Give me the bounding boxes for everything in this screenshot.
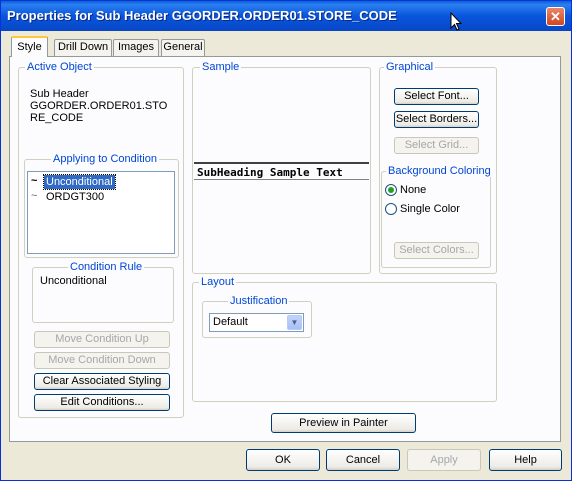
preview-in-painter-button[interactable]: Preview in Painter (271, 413, 416, 433)
none-radio[interactable] (385, 184, 397, 196)
graphical-legend: Graphical (384, 61, 436, 73)
active-object-line1: Sub Header (30, 88, 89, 100)
dropdown-arrow-icon[interactable]: ▼ (287, 315, 302, 330)
condition-rule-text: Unconditional (40, 275, 107, 287)
move-condition-up-button[interactable]: Move Condition Up (34, 331, 170, 348)
active-object-line2: GGORDER.ORDER01.STO (30, 100, 168, 112)
condition-glyph-icon: ~ (31, 175, 38, 187)
single-color-radio[interactable] (385, 203, 397, 215)
condition-listbox[interactable]: ~ Unconditional ~ ORDGT300 (27, 171, 175, 254)
single-color-radio-label: Single Color (400, 203, 460, 215)
sample-text: SubHeading Sample Text (194, 162, 369, 180)
active-object-line3: RE_CODE (30, 112, 84, 124)
applying-condition-legend: Applying to Condition (51, 153, 159, 165)
cancel-button[interactable]: Cancel (326, 449, 400, 471)
select-grid-button[interactable]: Select Grid... (394, 137, 479, 154)
help-button[interactable]: Help (489, 449, 562, 471)
select-font-button[interactable]: Select Font... (394, 88, 479, 105)
mouse-cursor-icon (450, 12, 462, 31)
list-item[interactable]: ~ ORDGT300 (30, 190, 160, 204)
sample-legend: Sample (200, 61, 242, 73)
condition-glyph-icon: ~ (31, 190, 38, 202)
tab-drill-down[interactable]: Drill Down (54, 39, 112, 56)
edit-conditions-button[interactable]: Edit Conditions... (34, 394, 170, 411)
list-item[interactable]: ~ Unconditional (30, 174, 160, 190)
list-item-label: Unconditional (43, 174, 116, 190)
select-borders-button[interactable]: Select Borders... (394, 111, 479, 128)
tab-images[interactable]: Images (113, 39, 159, 56)
clear-associated-styling-button[interactable]: Clear Associated Styling (34, 373, 170, 390)
window-title: Properties for Sub Header GGORDER.ORDER0… (7, 8, 397, 23)
justification-value: Default (213, 316, 248, 328)
condition-rule-legend: Condition Rule (68, 261, 145, 273)
ok-button[interactable]: OK (246, 449, 320, 471)
justification-select[interactable]: Default ▼ (209, 313, 304, 332)
list-item-label: ORDGT300 (46, 191, 105, 203)
layout-legend: Layout (199, 276, 237, 288)
close-icon[interactable]: ✕ (546, 7, 565, 26)
justification-legend: Justification (228, 295, 290, 307)
select-colors-button[interactable]: Select Colors... (394, 242, 479, 259)
tab-general[interactable]: General (161, 39, 205, 56)
active-object-legend: Active Object (25, 61, 94, 73)
move-condition-down-button[interactable]: Move Condition Down (34, 352, 170, 369)
apply-button[interactable]: Apply (407, 449, 481, 471)
none-radio-label: None (400, 184, 427, 196)
title-bar[interactable]: Properties for Sub Header GGORDER.ORDER0… (1, 1, 571, 31)
background-coloring-legend: Background Coloring (386, 165, 493, 177)
tab-style[interactable]: Style (11, 36, 48, 57)
